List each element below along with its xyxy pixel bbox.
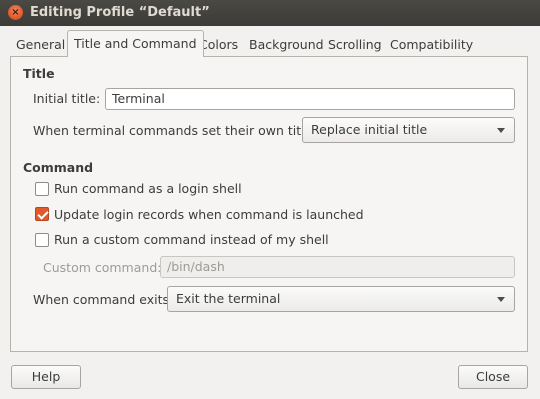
tab-background[interactable]: Background <box>249 32 324 56</box>
exit-action-label: When command exits: <box>33 292 174 307</box>
tab-general[interactable]: General <box>16 32 65 56</box>
window-title: Editing Profile “Default” <box>30 5 210 20</box>
login-shell-label[interactable]: Run command as a login shell <box>54 181 242 196</box>
close-window-icon[interactable]: × <box>8 5 23 20</box>
tab-colors[interactable]: Colors <box>199 32 238 56</box>
custom-command-label: Custom command: <box>43 260 162 275</box>
help-button[interactable]: Help <box>11 365 81 389</box>
dynamic-title-select-value: Replace initial title <box>311 122 428 137</box>
initial-title-input[interactable]: Terminal <box>105 88 515 110</box>
chevron-down-icon <box>497 297 505 302</box>
custom-command-input[interactable]: /bin/dash <box>160 256 515 278</box>
tab-compatibility[interactable]: Compatibility <box>390 32 473 56</box>
login-shell-checkbox[interactable] <box>35 182 49 196</box>
update-records-label[interactable]: Update login records when command is lau… <box>54 207 364 222</box>
chevron-down-icon <box>497 128 505 133</box>
close-button[interactable]: Close <box>458 365 528 389</box>
dynamic-title-select[interactable]: Replace initial title <box>302 117 515 143</box>
exit-action-select[interactable]: Exit the terminal <box>167 286 515 312</box>
update-records-checkbox[interactable] <box>35 207 49 221</box>
initial-title-label: Initial title: <box>33 91 101 106</box>
custom-command-checkbox[interactable] <box>35 233 49 247</box>
custom-command-check-label[interactable]: Run a custom command instead of my shell <box>54 232 329 247</box>
dynamic-title-label: When terminal commands set their own tit… <box>33 123 324 138</box>
window-titlebar: × Editing Profile “Default” <box>0 0 540 26</box>
exit-action-select-value: Exit the terminal <box>176 291 281 306</box>
title-section-heading: Title <box>23 66 55 81</box>
tab-scrolling[interactable]: Scrolling <box>328 32 382 56</box>
command-section-heading: Command <box>23 160 94 175</box>
tab-title-and-command[interactable]: Title and Command <box>67 30 204 57</box>
